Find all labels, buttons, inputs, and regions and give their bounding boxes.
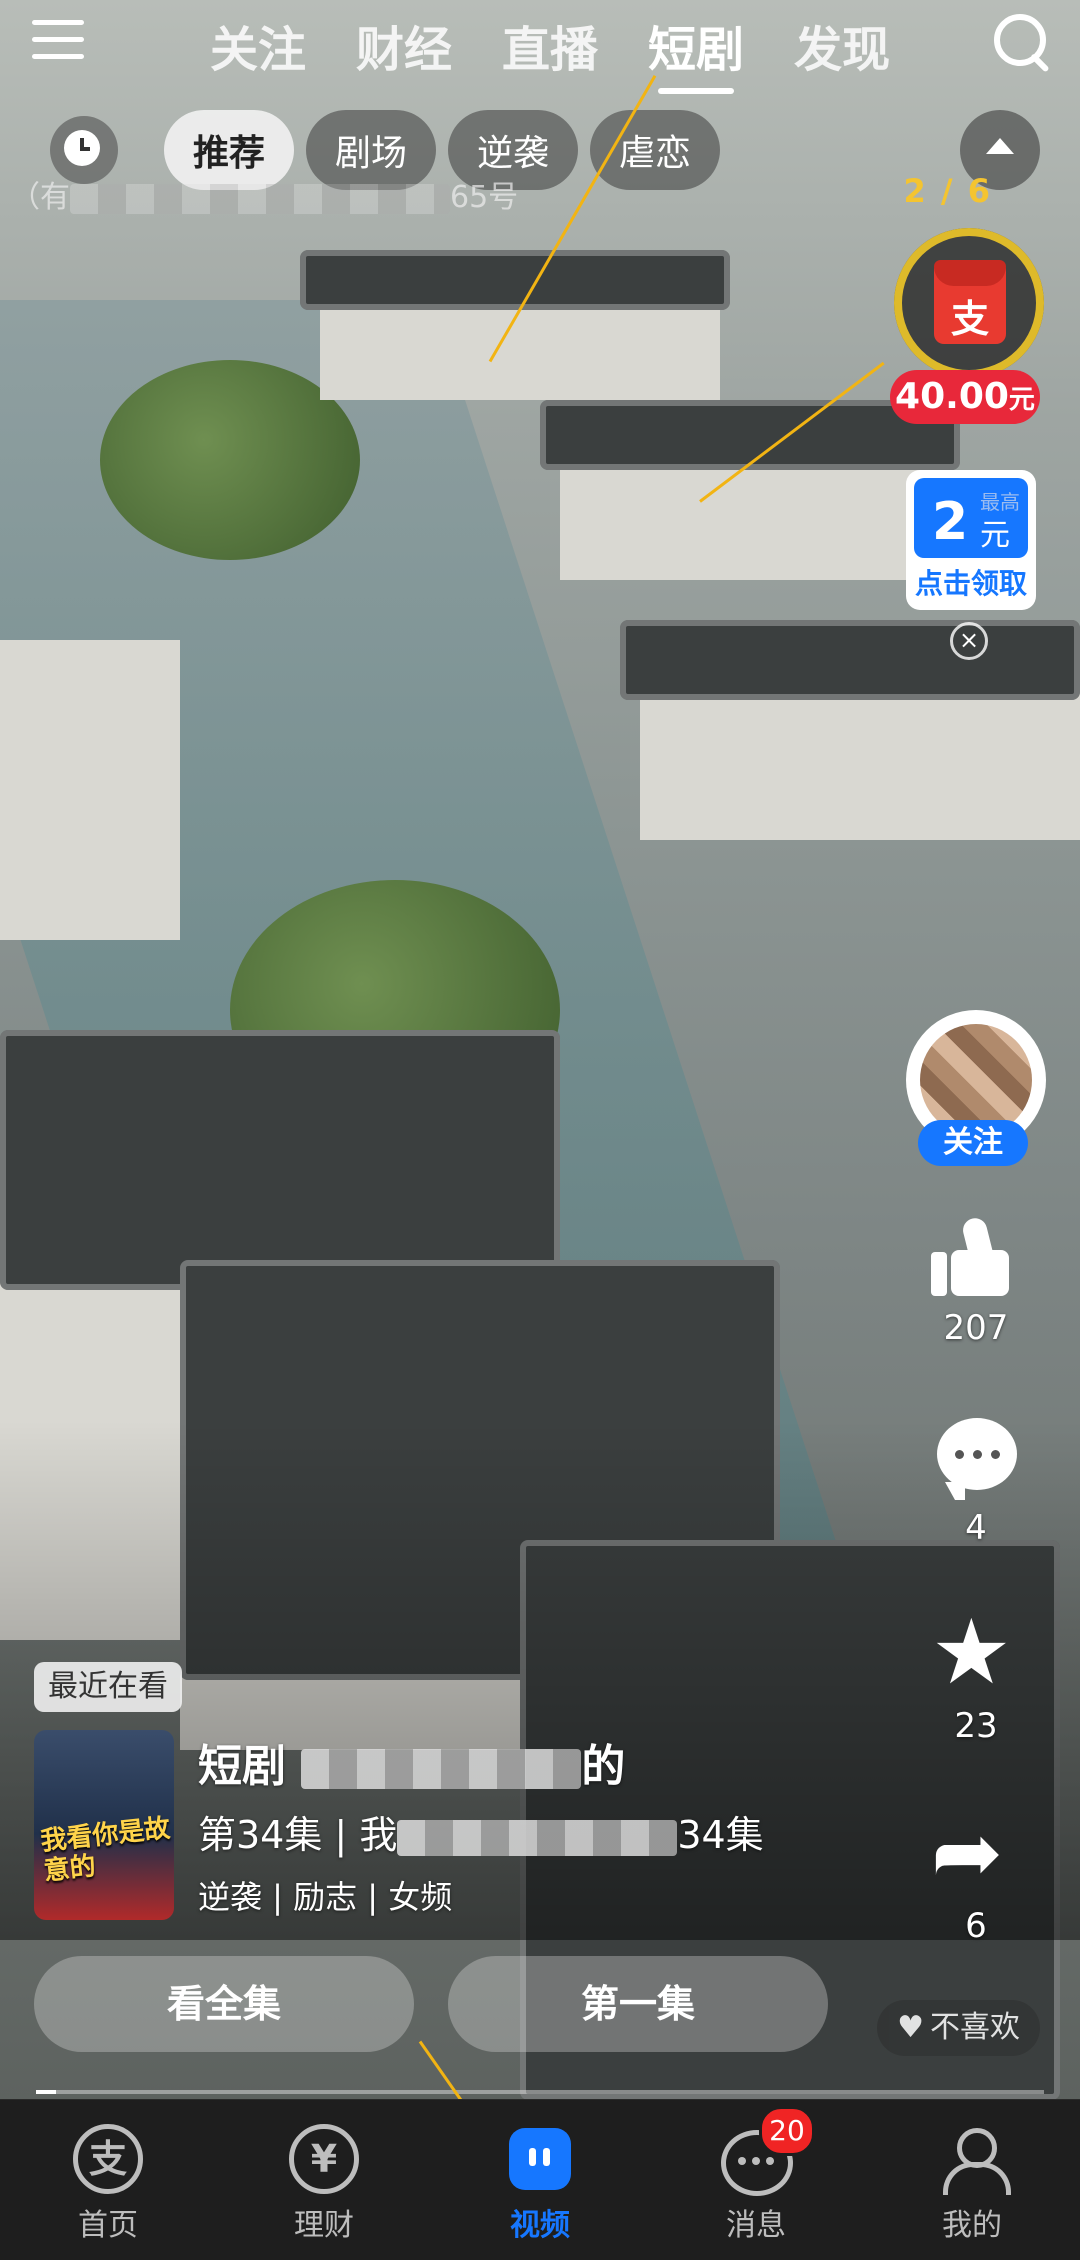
thumbs-up-icon[interactable] xyxy=(931,1210,1021,1300)
task-progress: 2 / 6 xyxy=(903,172,992,210)
dislike-button[interactable]: ♥ 不喜欢 xyxy=(877,2000,1040,2056)
roof-right-2 xyxy=(620,620,1080,700)
tab-messages[interactable]: 20 消息 xyxy=(648,2100,864,2260)
coupon-claim[interactable]: 点击领取 xyxy=(906,562,1036,602)
comment-count: 4 xyxy=(965,1508,987,1548)
roof-bottom-left xyxy=(0,1030,560,1290)
first-episode-button[interactable]: 第一集 xyxy=(448,1956,828,2052)
menu-icon[interactable] xyxy=(32,18,84,62)
share-icon[interactable]: ➦ xyxy=(931,1808,1021,1898)
broken-heart-icon: ♥ xyxy=(897,2010,924,2045)
tab-discover[interactable]: 发现 xyxy=(794,10,890,80)
drama-poster[interactable]: 我看你是故意的 xyxy=(34,1730,174,1920)
tab-finance[interactable]: 财经 xyxy=(356,10,452,80)
close-icon[interactable]: × xyxy=(950,622,988,660)
tab-live[interactable]: 直播 xyxy=(502,10,598,80)
episode-info[interactable]: 第34集 | 我 34集 xyxy=(198,1804,764,1859)
like-action[interactable]: 207 xyxy=(920,1210,1032,1348)
red-packet-icon: 支 xyxy=(934,260,1006,344)
roof-far xyxy=(300,250,730,310)
drama-title[interactable]: 短剧 的 xyxy=(198,1730,625,1794)
favorite-action[interactable]: ★ 23 xyxy=(920,1608,1032,1747)
recently-watched-tag: 最近在看 xyxy=(34,1662,182,1712)
coupon-card[interactable]: 最高 2 元 点击领取 xyxy=(906,470,1036,610)
tab-home[interactable]: 支 首页 xyxy=(0,2100,216,2260)
tab-wealth[interactable]: ¥ 理财 xyxy=(216,2100,432,2260)
coupon-value: 2 xyxy=(932,492,969,552)
favorite-count: 23 xyxy=(954,1706,998,1746)
share-action[interactable]: ➦ 6 xyxy=(920,1808,1032,1946)
building-left-1 xyxy=(0,640,180,940)
alipay-home-icon: 支 xyxy=(73,2124,143,2194)
star-icon[interactable]: ★ xyxy=(931,1608,1021,1698)
tab-follow[interactable]: 关注 xyxy=(210,10,306,80)
tab-video[interactable]: 视频 xyxy=(432,2100,648,2260)
profile-icon xyxy=(937,2124,1011,2195)
comment-action[interactable]: 4 xyxy=(920,1410,1032,1548)
like-count: 207 xyxy=(943,1308,1009,1348)
red-packet-reward[interactable]: 支 xyxy=(894,228,1044,378)
message-icon: 20 xyxy=(721,2106,815,2196)
coupon-unit: 元 xyxy=(980,518,1010,553)
video-icon xyxy=(505,2124,575,2194)
location-caption: （有 65号 xyxy=(10,180,519,215)
content-tabs: 关注 财经 直播 短剧 发现 xyxy=(210,10,890,94)
wealth-icon: ¥ xyxy=(289,2124,359,2194)
share-count: 6 xyxy=(965,1906,987,1946)
top-nav: 关注 财经 直播 短剧 发现 xyxy=(0,0,1080,94)
tab-profile[interactable]: 我的 xyxy=(864,2100,1080,2260)
comment-icon[interactable] xyxy=(931,1410,1021,1500)
reward-amount[interactable]: 40.00元 xyxy=(890,370,1040,424)
bottom-tab-bar: 支 首页 ¥ 理财 视频 20 消息 我的 xyxy=(0,2099,1080,2260)
genre-tags: 逆袭 | 励志 | 女频 xyxy=(198,1878,453,1916)
playback-progress[interactable] xyxy=(36,2090,1044,2094)
search-icon[interactable] xyxy=(994,14,1050,73)
tab-short-drama[interactable]: 短剧 xyxy=(648,10,744,94)
follow-button[interactable]: 关注 xyxy=(918,1120,1028,1166)
watch-all-button[interactable]: 看全集 xyxy=(34,1956,414,2052)
message-badge: 20 xyxy=(759,2106,815,2156)
